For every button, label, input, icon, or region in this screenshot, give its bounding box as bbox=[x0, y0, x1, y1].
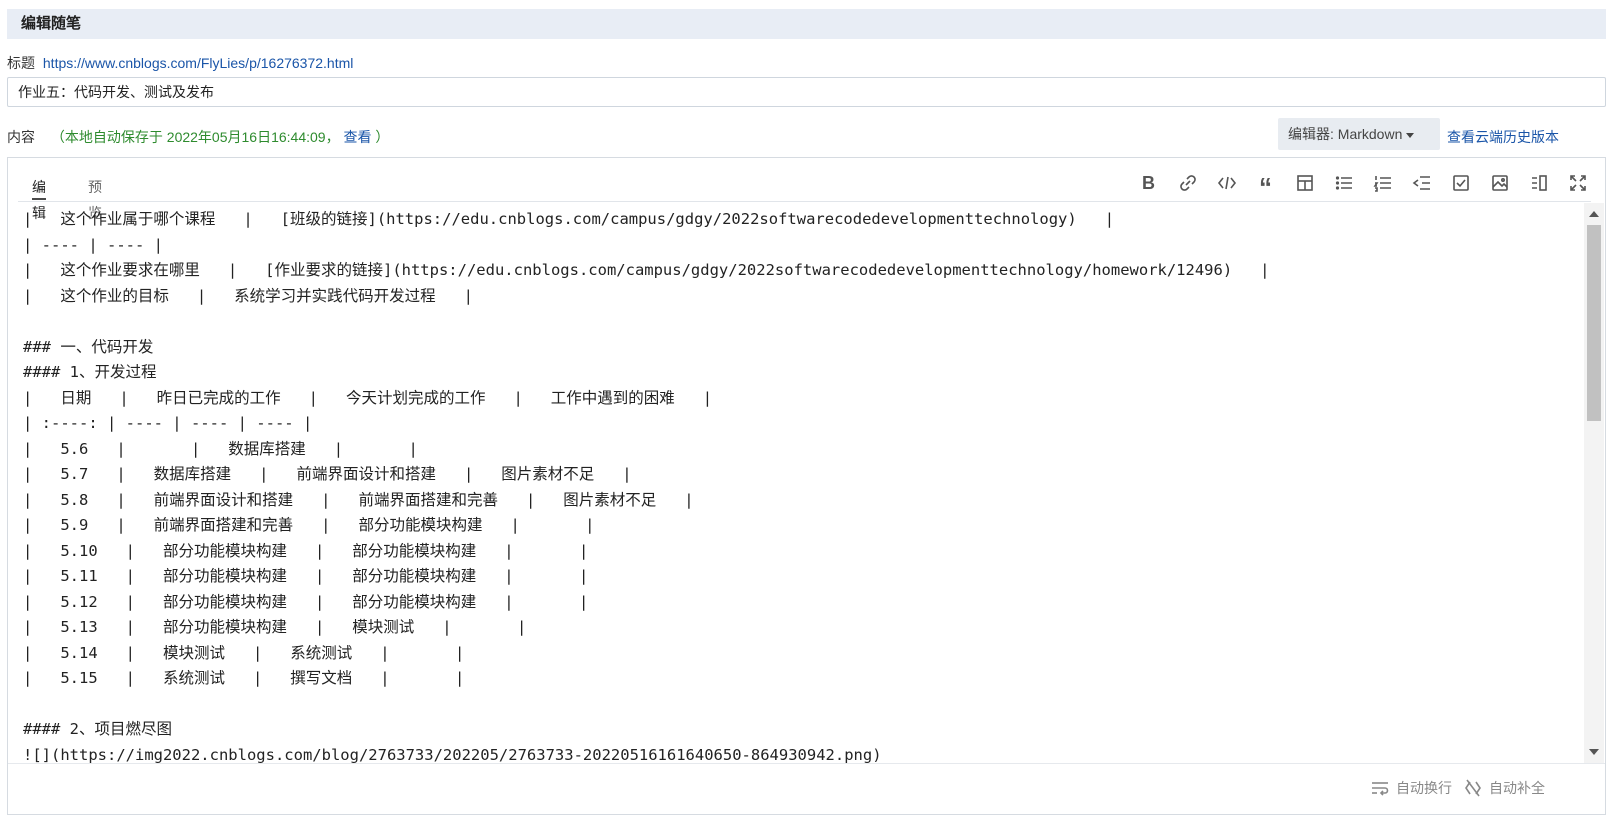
word-wrap-toggle[interactable]: 自动换行 bbox=[1370, 776, 1452, 800]
editor-footer: 自动换行 自动补全 bbox=[8, 763, 1605, 814]
editor-select-dropdown[interactable]: 编辑器: Markdown bbox=[1278, 118, 1440, 150]
word-wrap-label: 自动换行 bbox=[1396, 780, 1452, 796]
side-by-side-icon[interactable] bbox=[1519, 170, 1558, 196]
code-line: | 5.15 | 系统测试 | 撰写文档 | | bbox=[23, 669, 465, 687]
tab-preview[interactable]: 预览 bbox=[88, 174, 102, 221]
code-line: | 5.11 | 部分功能模块构建 | 部分功能模块构建 | | bbox=[23, 567, 589, 585]
image-icon[interactable] bbox=[1480, 170, 1519, 196]
cloud-history-link[interactable]: 查看云端历史版本 bbox=[1447, 126, 1559, 148]
code-line: ![](https://img2022.cnblogs.com/blog/276… bbox=[23, 745, 882, 764]
view-autosave-link[interactable]: 查看 bbox=[343, 129, 371, 145]
code-line: | 5.12 | 部分功能模块构建 | 部分功能模块构建 | | bbox=[23, 592, 589, 611]
bullet-list-icon[interactable] bbox=[1324, 170, 1363, 196]
markdown-textarea[interactable]: | 这个作业属于哪个课程 | [班级的链接](https://edu.cnblo… bbox=[8, 203, 1582, 763]
tabs-divider bbox=[18, 201, 1591, 202]
code-line: | 这个作业的目标 | 系统学习并实践代码开发过程 | bbox=[23, 286, 473, 305]
code-line: | 5.13 | 部分功能模块构建 | 模块测试 | | bbox=[23, 618, 527, 636]
auto-complete-off-icon bbox=[1465, 779, 1481, 797]
code-line: | 5.7 | 数据库搭建 | 前端界面设计和搭建 | 图片素材不足 | bbox=[23, 465, 632, 483]
scroll-up-arrow-icon[interactable] bbox=[1589, 211, 1599, 217]
outdent-icon[interactable] bbox=[1402, 170, 1441, 196]
code-line: | 5.8 | 前端界面设计和搭建 | 前端界面搭建和完善 | 图片素材不足 | bbox=[23, 490, 694, 509]
ordered-list-icon[interactable] bbox=[1363, 170, 1402, 196]
scroll-thumb[interactable] bbox=[1587, 225, 1601, 421]
code-icon[interactable] bbox=[1207, 170, 1246, 196]
tab-edit[interactable]: 编辑 bbox=[32, 174, 46, 221]
title-row: 标题 https://www.cnblogs.com/FlyLies/p/162… bbox=[7, 53, 353, 73]
code-line: | ---- | ---- | bbox=[23, 235, 163, 254]
page-title: 编辑随笔 bbox=[7, 9, 1606, 39]
vertical-scrollbar[interactable] bbox=[1584, 203, 1604, 763]
scroll-down-arrow-icon[interactable] bbox=[1589, 749, 1599, 755]
code-line: | 日期 | 昨日已完成的工作 | 今天计划完成的工作 | 工作中遇到的困难 | bbox=[23, 388, 713, 407]
title-label: 标题 bbox=[7, 55, 35, 71]
fullscreen-icon[interactable] bbox=[1558, 170, 1597, 196]
checkbox-icon[interactable] bbox=[1441, 170, 1480, 196]
markdown-editor: 编辑 预览 B “ | 这个作业属于哪个课程 | [班级的链接](https:/… bbox=[7, 157, 1606, 815]
autosave-status-end: ） bbox=[375, 129, 390, 145]
code-line: ### 一、代码开发 bbox=[23, 337, 154, 356]
code-line: | 5.10 | 部分功能模块构建 | 部分功能模块构建 | | bbox=[23, 541, 589, 560]
code-line: | 5.9 | 前端界面搭建和完善 | 部分功能模块构建 | | bbox=[23, 516, 595, 534]
code-line: #### 1、开发过程 bbox=[23, 363, 157, 381]
code-line: | 5.14 | 模块测试 | 系统测试 | | bbox=[23, 643, 465, 662]
wrap-icon bbox=[1372, 782, 1389, 796]
content-label: 内容 bbox=[7, 129, 35, 145]
quote-icon[interactable]: “ bbox=[1246, 170, 1285, 200]
code-line: | :----: | ---- | ---- | ---- | bbox=[23, 414, 313, 432]
post-url-link[interactable]: https://www.cnblogs.com/FlyLies/p/162763… bbox=[43, 55, 354, 71]
content-row: 内容 （本地自动保存于 2022年05月16日16:44:09， 查看 ） bbox=[7, 126, 389, 148]
code-line: | 5.6 | | 数据库搭建 | | bbox=[23, 439, 418, 458]
code-line: | 这个作业属于哪个课程 | [班级的链接](https://edu.cnblo… bbox=[23, 210, 1115, 228]
auto-complete-toggle[interactable]: 自动补全 bbox=[1463, 776, 1545, 800]
title-input[interactable] bbox=[7, 77, 1606, 107]
table-icon[interactable] bbox=[1285, 170, 1324, 196]
autosave-status: （本地自动保存于 2022年05月16日16:44:09， bbox=[50, 129, 340, 145]
caret-down-icon bbox=[1406, 132, 1415, 138]
editor-select-label: 编辑器: Markdown bbox=[1288, 126, 1403, 142]
code-line: #### 2、项目燃尽图 bbox=[23, 720, 172, 738]
bold-icon[interactable]: B bbox=[1129, 170, 1168, 196]
editor-toolbar: B “ bbox=[1129, 170, 1597, 200]
auto-complete-label: 自动补全 bbox=[1489, 780, 1545, 796]
link-icon[interactable] bbox=[1168, 170, 1207, 196]
code-line: | 这个作业要求在哪里 | [作业要求的链接](https://edu.cnbl… bbox=[23, 261, 1270, 279]
